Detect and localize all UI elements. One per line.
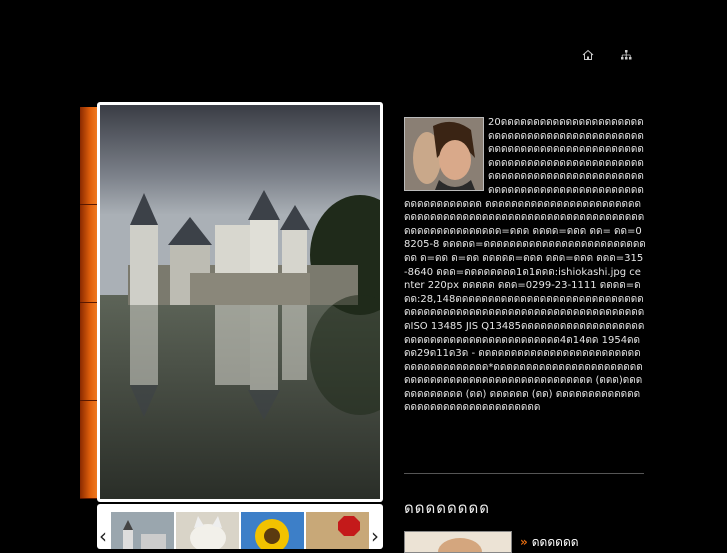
prev-arrow-icon[interactable]: ‹ — [99, 526, 107, 546]
link-bullet: » — [520, 535, 528, 549]
thumbnail-sunflower[interactable] — [241, 512, 304, 549]
home-icon[interactable] — [582, 46, 594, 60]
thumbnail-stop-sign[interactable] — [306, 512, 369, 549]
thumbnail-castle[interactable] — [111, 512, 174, 549]
sidebar-link[interactable]: » ดดดดดด — [520, 533, 579, 552]
slide-tabs — [80, 107, 97, 499]
thumbnail-strip: ‹ › — [97, 504, 383, 549]
slide-tab[interactable] — [80, 107, 97, 205]
sitemap-icon[interactable] — [620, 46, 632, 60]
article-body: 20ดดดดดดดดดดดดดดดดดดดดดดดดดดดดดดดดดดดดดด… — [404, 116, 646, 415]
next-arrow-icon[interactable]: › — [371, 526, 379, 546]
top-nav — [582, 46, 632, 60]
sidebar-link-label: ดดดดดด — [531, 535, 579, 549]
slide-tab[interactable] — [80, 303, 97, 401]
slide-tab[interactable] — [80, 205, 97, 303]
castle-photo[interactable] — [100, 105, 380, 499]
thumbnail-kitten[interactable] — [176, 512, 239, 549]
main-photo-frame — [97, 102, 383, 502]
sidebar-thumbnail[interactable] — [404, 531, 512, 553]
section-heading: ดดดดดดดด — [404, 499, 490, 517]
divider — [404, 473, 644, 474]
slide-tab[interactable] — [80, 401, 97, 499]
